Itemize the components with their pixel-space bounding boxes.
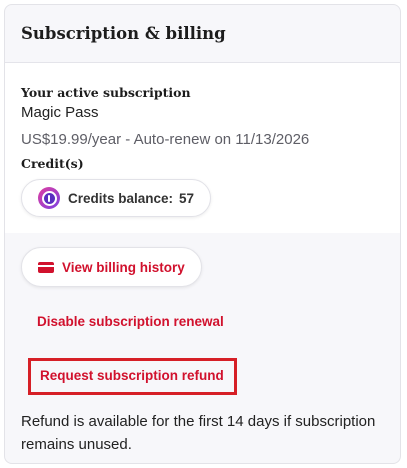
credits-coin-icon xyxy=(38,187,60,209)
subscription-heading: Your active subscription xyxy=(21,85,191,100)
plan-price: US$19.99/year xyxy=(21,131,122,148)
billing-actions-section: View billing history Disable subscriptio… xyxy=(5,233,400,456)
view-billing-history-label: View billing history xyxy=(62,259,185,275)
credits-heading: Credit(s) xyxy=(21,156,84,171)
active-subscription-section: Your active subscription Magic Pass US$1… xyxy=(5,63,400,233)
credit-card-icon xyxy=(38,261,54,273)
credits-balance-label: Credits balance: xyxy=(68,190,174,206)
auto-renew-text: - Auto-renew on 11/13/2026 xyxy=(121,131,310,148)
plan-name: Magic Pass xyxy=(21,104,99,121)
card-title: Subscription & billing xyxy=(21,24,226,43)
credits-balance-pill: Credits balance: 57 xyxy=(21,179,212,217)
plan-price-line: US$19.99/year - Auto-renew on 11/13/2026 xyxy=(21,131,384,148)
refund-note: Refund is available for the first 14 day… xyxy=(21,413,376,453)
subscription-billing-card: Subscription & billing Your active subsc… xyxy=(4,4,401,464)
disable-renewal-link[interactable]: Disable subscription renewal xyxy=(21,314,384,329)
request-refund-link[interactable]: Request subscription refund xyxy=(40,368,224,383)
card-header: Subscription & billing xyxy=(5,5,400,63)
view-billing-history-button[interactable]: View billing history xyxy=(21,247,202,287)
refund-highlight-box: Request subscription refund xyxy=(28,358,237,395)
credits-balance-value: 57 xyxy=(179,190,195,206)
